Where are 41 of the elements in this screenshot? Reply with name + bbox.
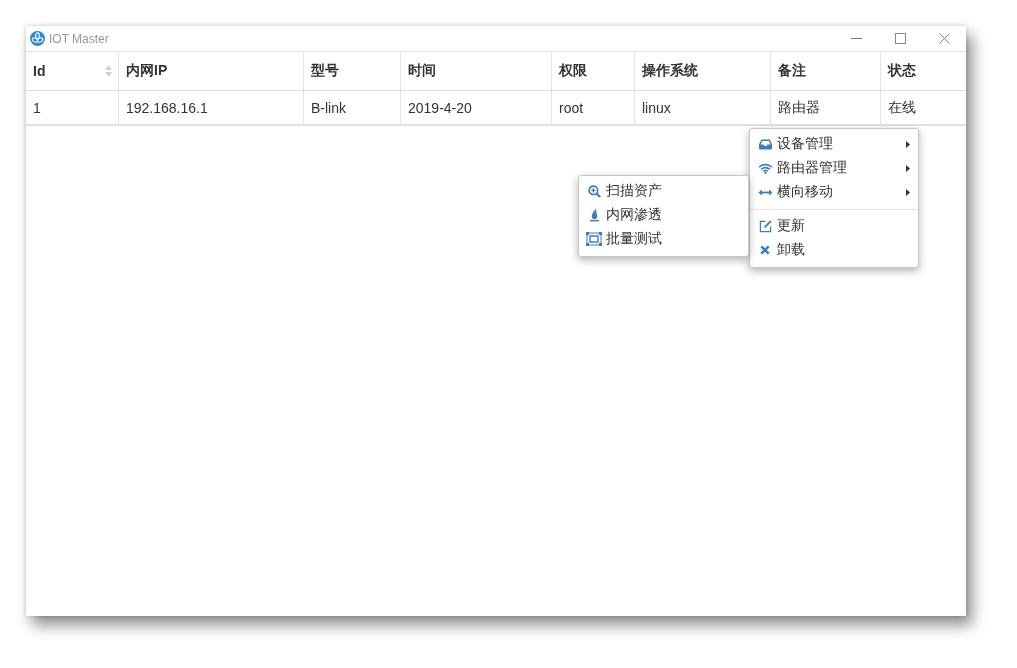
menu-item[interactable]: 更新 xyxy=(750,214,918,238)
minimize-icon xyxy=(850,38,862,39)
menu-item[interactable]: 横向移动 xyxy=(750,180,918,204)
close-icon xyxy=(938,33,950,44)
table-cell: 路由器 xyxy=(771,91,881,124)
column-header[interactable]: 内网IP xyxy=(119,52,304,90)
caret-icon xyxy=(906,188,910,196)
cross-icon xyxy=(760,245,770,255)
table-cell: 192.168.16.1 xyxy=(119,91,304,124)
sort-icon[interactable] xyxy=(105,65,112,77)
drop-icon xyxy=(588,208,600,222)
table-cell: linux xyxy=(635,91,771,124)
column-header[interactable]: 时间 xyxy=(401,52,552,90)
edit-icon xyxy=(758,219,772,233)
column-header[interactable]: 备注 xyxy=(771,52,881,90)
menu-item[interactable]: 设备管理 xyxy=(750,132,918,156)
wifi-icon xyxy=(757,162,773,174)
caret-icon xyxy=(906,140,910,148)
frame-icon xyxy=(586,232,602,246)
column-header[interactable]: 状态 xyxy=(881,52,966,90)
table-cell: 1 xyxy=(26,91,119,124)
menu-item[interactable]: 内网渗透 xyxy=(579,203,748,227)
menu-item[interactable]: 路由器管理 xyxy=(750,156,918,180)
menu-item[interactable]: 批量测试 xyxy=(579,227,748,251)
column-header[interactable]: 权限 xyxy=(552,52,635,90)
column-header[interactable]: 型号 xyxy=(304,52,401,90)
table-cell: 2019-4-20 xyxy=(401,91,552,124)
table-cell: B-link xyxy=(304,91,401,124)
column-header[interactable]: Id xyxy=(26,52,119,90)
maximize-icon xyxy=(894,33,906,44)
double-arrow-icon xyxy=(757,188,773,196)
window-title: IOT Master xyxy=(49,31,109,46)
inbox-icon xyxy=(758,138,772,150)
menu-item[interactable]: 扫描资产 xyxy=(579,179,748,203)
column-header[interactable]: 操作系统 xyxy=(635,52,771,90)
caret-icon xyxy=(906,164,910,172)
app-logo-icon xyxy=(30,31,45,46)
table-cell: root xyxy=(552,91,635,124)
menu-item[interactable]: 卸载 xyxy=(750,238,918,262)
table-cell-text: 在线 xyxy=(887,97,917,117)
zoom-in-icon xyxy=(587,184,601,198)
